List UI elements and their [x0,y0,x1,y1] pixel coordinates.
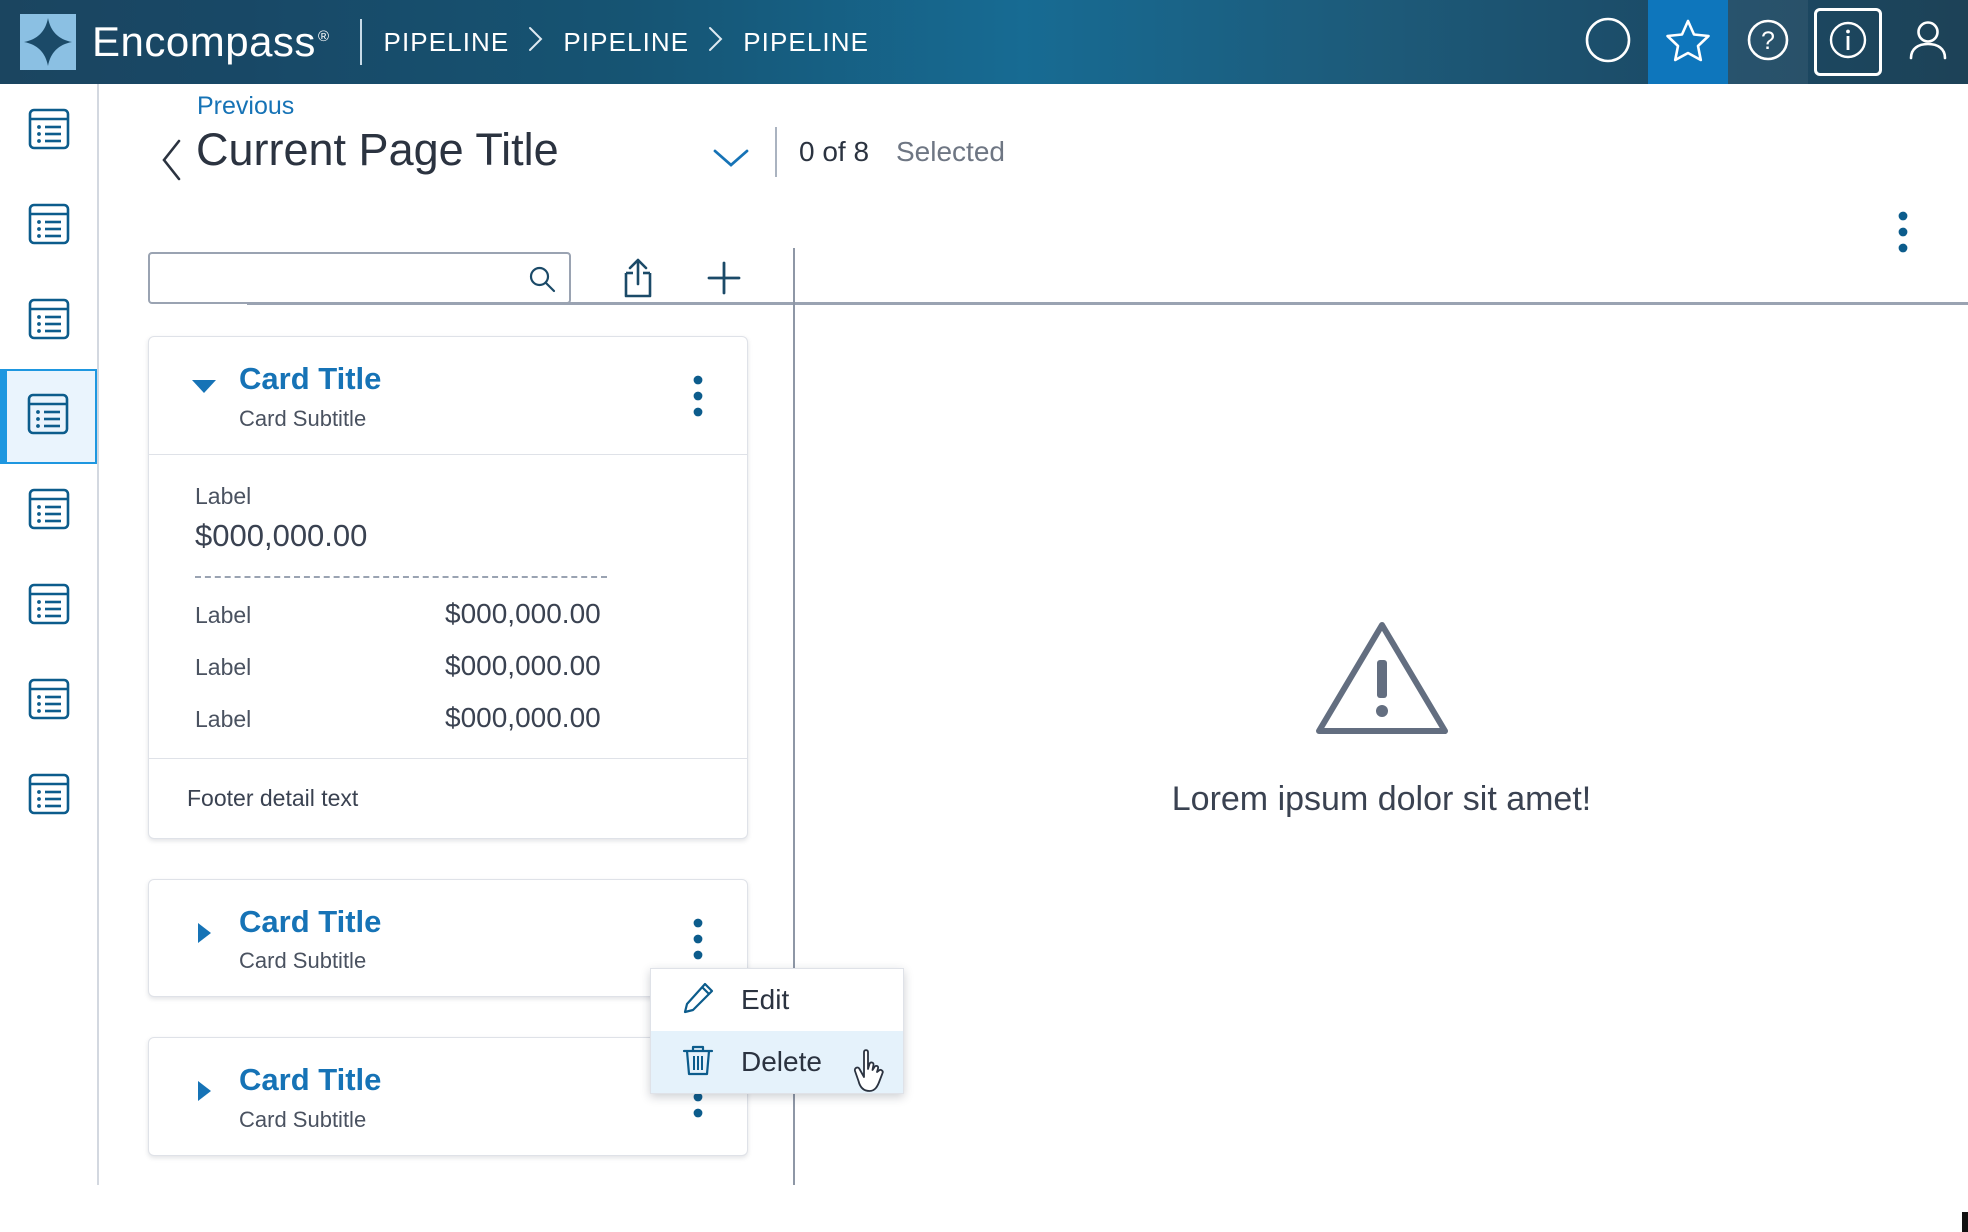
info-icon-focus-ring [1814,8,1882,76]
triangle-right-icon[interactable] [191,1078,217,1109]
card-subtitle: Card Subtitle [239,405,367,431]
card-title[interactable]: Card Title [239,362,381,396]
card-subtitle: Card Subtitle [239,948,367,974]
card-title-block: Card Title Card Subtitle [239,362,381,432]
sidebar-item-3[interactable] [0,274,97,369]
user-account-icon [1904,16,1952,69]
card-body: Label $000,000.00 Label $000,000.00 Labe… [149,455,747,758]
detail-row-value: $000,000.00 [445,649,601,681]
list-icon [26,581,72,632]
encompass-diamond-logo-icon [20,14,76,70]
brand-name-text: Encompass [92,18,316,65]
header-actions: ? [1568,0,1968,84]
card-title[interactable]: Card Title [239,905,381,939]
info-icon [1826,18,1870,67]
context-menu: Edit Delete [650,968,904,1094]
page-title: Current Page Title [196,124,559,175]
app-root: Encompass ® PIPELINE PIPELINE PIPELINE ?… [0,0,1968,1232]
card-footer-text: Footer detail text [149,757,747,838]
chevron-right-icon [527,26,545,59]
list-icon [26,201,72,252]
card-title-block: Card Title Card Subtitle [239,1064,381,1133]
sidebar-item-8[interactable] [0,749,97,844]
info-icon-button[interactable] [1808,0,1888,84]
context-menu-item-label: Edit [741,984,790,1015]
list-icon [25,391,71,442]
breadcrumb-item-2[interactable]: PIPELINE [563,27,689,58]
selection-label: Selected [896,136,1005,167]
summary-value: $000,000.00 [195,517,368,553]
svg-text:?: ? [1761,27,1775,55]
chevron-right-icon [707,26,725,59]
brand-logo[interactable]: Encompass ® [0,0,330,84]
circle-icon-button[interactable] [1568,0,1648,84]
list-toolbar [148,252,743,304]
card-subtitle: Card Subtitle [239,1106,367,1132]
detail-panel-message: Lorem ipsum dolor sit amet! [1171,779,1592,818]
context-menu-item-delete[interactable]: Delete [651,1031,903,1093]
dashed-divider [195,575,607,578]
sidebar-item-1[interactable] [0,84,97,179]
list-icon [26,106,72,157]
sidebar-item-6[interactable] [0,559,97,654]
detail-panel: Lorem ipsum dolor sit amet! [795,248,1968,1185]
context-menu-item-edit[interactable]: Edit [651,969,903,1031]
sidebar-item-4-selected[interactable] [0,369,97,464]
warning-triangle-icon [1312,615,1452,746]
top-header-bar: Encompass ® PIPELINE PIPELINE PIPELINE ? [0,0,1968,84]
selection-count: 0 of 8 [799,136,870,167]
card-overflow-kebab-menu-icon[interactable] [693,918,703,965]
triangle-right-icon[interactable] [191,920,217,951]
circle-icon [1584,16,1632,69]
brand-name: Encompass ® [92,18,330,66]
pencil-icon [681,981,715,1020]
help-icon-button[interactable]: ? [1728,0,1808,84]
list-icon [26,296,72,347]
detail-row: Label $000,000.00 [195,650,701,682]
sidebar-item-7[interactable] [0,654,97,749]
share-export-icon[interactable] [617,256,659,300]
breadcrumb-item-3[interactable]: PIPELINE [743,27,869,58]
help-icon: ? [1744,16,1792,69]
star-icon-button[interactable] [1648,0,1728,84]
detail-row-value: $000,000.00 [445,701,601,733]
card-item[interactable]: Card Title Card Subtitle Label $000,000.… [148,336,748,839]
breadcrumb-item-1[interactable]: PIPELINE [384,27,510,58]
triangle-down-icon[interactable] [191,377,217,400]
list-icon [26,771,72,822]
card-title[interactable]: Card Title [239,1064,381,1097]
detail-row-label: Label [195,705,252,732]
detail-row-label: Label [195,601,252,628]
list-icon [26,676,72,727]
chevron-down-icon[interactable] [711,146,751,175]
chevron-left-icon[interactable] [159,138,185,187]
star-icon [1664,16,1712,69]
user-account-button[interactable] [1888,0,1968,84]
detail-row: Label $000,000.00 [195,598,701,630]
screen-edge-marker [1962,1212,1968,1232]
sidebar-item-2[interactable] [0,179,97,274]
previous-link[interactable]: Previous [197,92,294,121]
search-box[interactable] [148,252,571,304]
plus-icon[interactable] [705,259,743,297]
detail-row-label: Label [195,653,252,680]
detail-row: Label $000,000.00 [195,702,701,734]
left-sidebar [0,84,99,1185]
title-divider [775,127,777,177]
detail-row-value: $000,000.00 [445,597,601,629]
list-icon [26,486,72,537]
summary-label: Label [195,482,252,509]
context-menu-item-label: Delete [741,1046,822,1077]
sidebar-item-5[interactable] [0,464,97,559]
header-divider [359,19,362,65]
page-header: Previous Current Page Title 0 of 8 Selec… [99,84,1968,305]
search-input[interactable] [150,254,520,302]
trash-icon [681,1043,715,1082]
card-title-block: Card Title Card Subtitle [239,905,381,975]
card-header: Card Title Card Subtitle [149,337,747,455]
search-icon[interactable] [527,264,557,299]
breadcrumb: PIPELINE PIPELINE PIPELINE [384,26,870,59]
card-overflow-kebab-menu-icon[interactable] [693,375,703,422]
registered-mark: ® [317,28,330,45]
